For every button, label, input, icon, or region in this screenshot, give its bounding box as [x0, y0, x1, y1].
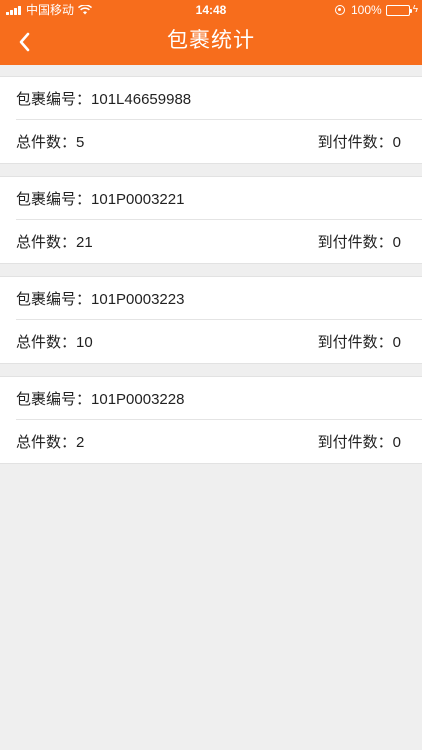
status-bar: 中国移动 14:48 100% ϟ: [0, 0, 422, 20]
package-number: 包裹编号：101P0003221: [16, 190, 185, 208]
package-counts-row: 总件数：10 到付件数：0: [0, 320, 422, 363]
battery-percent: 100%: [351, 3, 382, 17]
total-count: 总件数：21: [16, 234, 93, 251]
cod-count: 到付件数：0: [317, 134, 401, 151]
package-number-row: 包裹编号：101L46659988: [16, 77, 422, 120]
package-list: 包裹编号：101L46659988 总件数：5 到付件数：0 包裹编号：101P…: [0, 65, 422, 464]
page-title: 包裹统计: [167, 29, 255, 52]
package-card[interactable]: 包裹编号：101P0003221 总件数：21 到付件数：0: [0, 176, 422, 264]
cod-count: 到付件数：0: [317, 434, 401, 451]
total-count: 总件数：10: [16, 334, 93, 351]
package-number-row: 包裹编号：101P0003221: [16, 177, 422, 220]
package-card[interactable]: 包裹编号：101P0003223 总件数：10 到付件数：0: [0, 276, 422, 364]
nav-bar: 包裹统计: [0, 20, 422, 65]
package-card[interactable]: 包裹编号：101L46659988 总件数：5 到付件数：0: [0, 76, 422, 164]
battery-icon: [385, 4, 412, 16]
package-counts-row: 总件数：2 到付件数：0: [0, 420, 422, 463]
app: 中国移动 14:48 100% ϟ 包裹统计 包裹编号：101L46659988…: [0, 0, 422, 750]
package-card[interactable]: 包裹编号：101P0003228 总件数：2 到付件数：0: [0, 376, 422, 464]
status-right: 100% ϟ: [335, 0, 418, 20]
package-number: 包裹编号：101P0003228: [16, 390, 185, 408]
package-counts-row: 总件数：21 到付件数：0: [0, 220, 422, 263]
rotation-lock-icon: [335, 5, 345, 15]
charging-icon: ϟ: [412, 4, 418, 15]
header: 中国移动 14:48 100% ϟ 包裹统计: [0, 0, 422, 65]
total-count: 总件数：2: [16, 434, 85, 451]
total-count: 总件数：5: [16, 134, 85, 151]
package-number: 包裹编号：101P0003223: [16, 290, 185, 308]
cod-count: 到付件数：0: [317, 234, 401, 251]
cod-count: 到付件数：0: [317, 334, 401, 351]
package-number-row: 包裹编号：101P0003228: [16, 377, 422, 420]
package-number-row: 包裹编号：101P0003223: [16, 277, 422, 320]
package-counts-row: 总件数：5 到付件数：0: [0, 120, 422, 163]
package-number: 包裹编号：101L46659988: [16, 90, 192, 108]
